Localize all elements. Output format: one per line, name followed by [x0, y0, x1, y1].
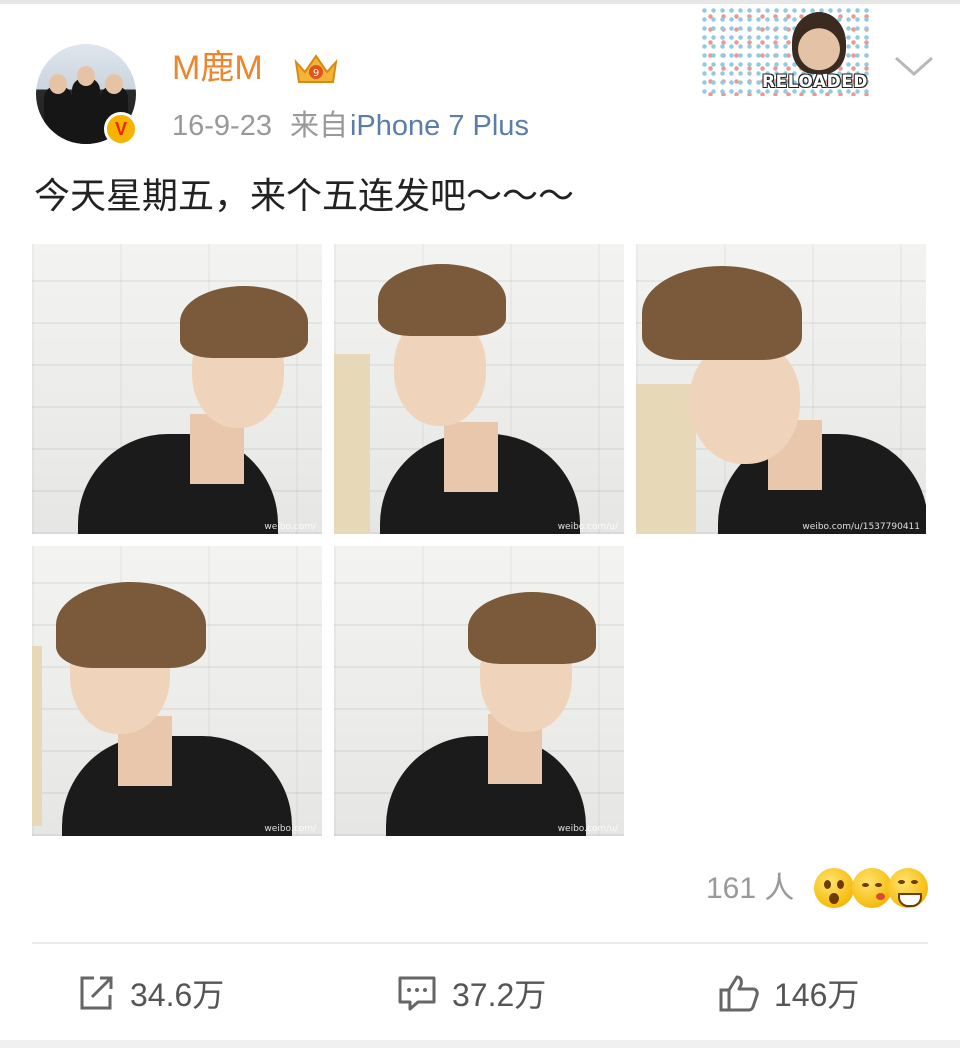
- grinning-emoji-icon[interactable]: [888, 868, 928, 908]
- avatar-person: [72, 78, 100, 144]
- like-button[interactable]: 146万: [718, 970, 859, 1016]
- like-count: 146万: [774, 977, 860, 1013]
- photo-watermark: weibo.com/u/1537790411: [802, 522, 920, 532]
- photo-thumbnail[interactable]: weibo.com/u/: [334, 546, 624, 836]
- source-link[interactable]: iPhone 7 Plus: [350, 110, 529, 142]
- photo-watermark: weibo.com/u/: [557, 824, 618, 834]
- photo-subject: [642, 266, 802, 360]
- comment-count: 37.2万: [452, 977, 547, 1013]
- photo-watermark: weibo.com/: [264, 522, 316, 532]
- repost-icon: [80, 976, 113, 1010]
- blowing-kiss-emoji-icon[interactable]: [852, 868, 892, 908]
- avatar-person: [44, 86, 72, 144]
- badge-text: RELOADED: [762, 72, 868, 92]
- photo-curtain: [32, 646, 42, 826]
- thumbs-up-icon: [719, 975, 759, 1012]
- username[interactable]: M鹿M: [172, 46, 263, 90]
- avatar-head: [49, 74, 67, 94]
- comment-button[interactable]: 37.2万: [396, 970, 546, 1016]
- comment-icon: [398, 976, 436, 1011]
- photo-thumbnail[interactable]: weibo.com/: [32, 244, 322, 534]
- surprised-emoji-icon[interactable]: [814, 868, 854, 908]
- divider: [32, 942, 928, 944]
- post-date: 16-9-23: [172, 110, 272, 142]
- repost-count: 34.6万: [130, 977, 225, 1013]
- photo-subject: [62, 736, 292, 836]
- photo-thumbnail[interactable]: weibo.com/u/1537790411: [636, 244, 926, 534]
- photo-watermark: weibo.com/u/: [557, 522, 618, 532]
- svg-text:9: 9: [313, 68, 319, 79]
- photo-subject: [180, 286, 308, 358]
- photo-subject: [56, 582, 206, 668]
- bottom-edge: [0, 1040, 960, 1048]
- photo-subject: [444, 422, 498, 492]
- reaction-count[interactable]: 161 人: [706, 866, 794, 912]
- top-edge: [0, 0, 960, 4]
- photo-curtain: [334, 354, 370, 534]
- photo-subject: [378, 264, 506, 336]
- photo-curtain: [636, 384, 696, 534]
- photo-subject: [78, 434, 278, 534]
- repost-button[interactable]: 34.6万: [76, 970, 224, 1016]
- avatar-head: [105, 74, 123, 94]
- from-label: 来自: [289, 110, 348, 142]
- badge-portrait: [792, 12, 846, 74]
- verified-badge-icon: V: [104, 112, 138, 146]
- photo-watermark: weibo.com/: [264, 824, 316, 834]
- vip-crown-icon: 9: [294, 54, 338, 83]
- avatar-head: [77, 66, 95, 86]
- post-meta: 16-9-23 来自iPhone 7 Plus: [172, 104, 529, 148]
- chevron-down-icon[interactable]: [892, 52, 936, 80]
- photo-subject: [386, 736, 586, 836]
- photo-thumbnail[interactable]: weibo.com/: [32, 546, 322, 836]
- card-badge[interactable]: RELOADED: [700, 6, 870, 96]
- photo-subject: [468, 592, 596, 664]
- post-text: 今天星期五，来个五连发吧～～～: [34, 175, 575, 216]
- photo-thumbnail[interactable]: weibo.com/u/: [334, 244, 624, 534]
